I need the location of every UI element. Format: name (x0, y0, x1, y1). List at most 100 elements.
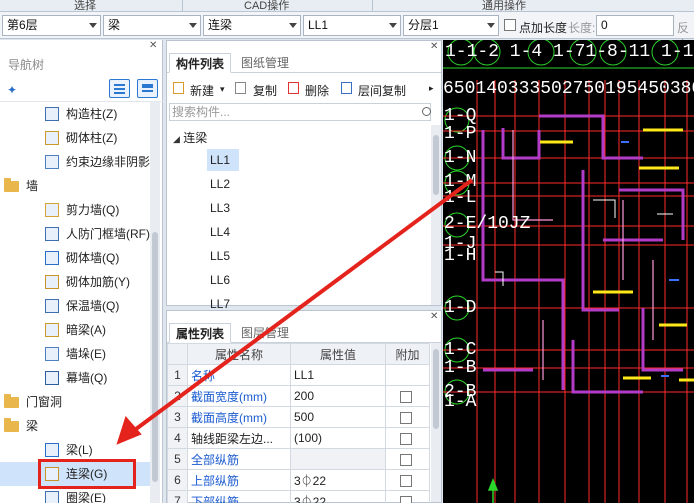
nav-item-4[interactable]: 剪力墙(Q) (0, 198, 155, 222)
table-row[interactable]: 4 轴线距梁左边... (100) (167, 427, 430, 449)
property-scrollbar[interactable] (431, 343, 441, 502)
cad-axis-label: 2-E/10JZ (444, 214, 531, 234)
nav-scrollbar[interactable] (150, 102, 160, 503)
nav-item-label: 砌体墙(Q) (66, 251, 120, 265)
nav-title: 导航树 (8, 58, 45, 72)
close-icon[interactable]: ✕ (149, 40, 157, 51)
cad-axis-label: 1-Q (444, 106, 477, 126)
component-type-icon (45, 491, 59, 503)
component-tree-root[interactable]: ◢ 连梁 (173, 129, 207, 146)
nav-scroll-thumb[interactable] (152, 232, 158, 482)
property-name: 名称 (187, 364, 291, 386)
component-item[interactable]: LL4 (207, 221, 239, 243)
grid-view-icon[interactable] (137, 79, 158, 98)
extra-checkbox[interactable] (400, 453, 412, 466)
component-item[interactable]: LL3 (207, 197, 239, 219)
extra-checkbox[interactable] (400, 432, 412, 445)
layer-select[interactable]: 分层1 (403, 15, 499, 36)
tab-layer-management[interactable]: 图层管理 (235, 323, 295, 343)
tab-property-list[interactable]: 属性列表 (169, 323, 232, 343)
more-icon[interactable]: ▸ (429, 83, 434, 94)
cad-top-axis-labels: 1-1-2 1-4 1-71-8-11 1-13 (445, 42, 694, 62)
nav-item-6[interactable]: 砌体墙(Q) (0, 246, 155, 270)
component-scrollbar[interactable] (431, 125, 441, 305)
nav-item-0[interactable]: 构造柱(Z) (0, 102, 155, 126)
chevron-down-icon[interactable]: ▾ (220, 84, 225, 95)
ribbon-cad-label[interactable]: CAD操作 (244, 0, 289, 11)
tab-component-list[interactable]: 构件列表 (169, 53, 232, 73)
nav-item-label: 墙垛(E) (66, 347, 106, 361)
cad-axis-label: 1-N (444, 148, 477, 168)
member-select[interactable]: LL1 (303, 15, 401, 36)
property-extra-cell (385, 406, 430, 428)
component-scroll-thumb[interactable] (433, 135, 439, 195)
tab-drawing-management[interactable]: 图纸管理 (235, 53, 295, 73)
nav-item-5[interactable]: 人防门框墙(RF) (0, 222, 155, 246)
table-row[interactable]: 5 全部纵筋 (167, 448, 430, 470)
type-select-value: 连梁 (208, 18, 233, 32)
copy-button[interactable]: 复制 (253, 82, 277, 99)
floor-copy-button[interactable]: 层间复制 (358, 82, 406, 99)
search-icon[interactable] (422, 107, 431, 116)
cad-axis-label: 1-C (444, 340, 477, 360)
row-index: 7 (167, 490, 188, 503)
table-header-name: 属性名称 (187, 343, 291, 365)
component-tabs: 构件列表 图纸管理 (167, 51, 441, 73)
component-type-icon (45, 275, 59, 289)
new-button[interactable]: 新建 (190, 82, 214, 99)
length-input[interactable]: 0 (596, 15, 674, 36)
component-item[interactable]: LL2 (207, 173, 239, 195)
table-row[interactable]: 1 名称 LL1 (167, 364, 430, 386)
search-input[interactable]: 搜索构件... (169, 103, 431, 121)
nav-item-9[interactable]: 暗梁(A) (0, 318, 155, 342)
property-value[interactable]: 3⏀22 (290, 469, 386, 491)
property-value[interactable]: 200 (290, 385, 386, 407)
delete-button[interactable]: 删除 (305, 82, 329, 99)
nav-item-10[interactable]: 墙垛(E) (0, 342, 155, 366)
component-item[interactable]: LL5 (207, 245, 239, 267)
cad-drawing-canvas[interactable]: 1-1-2 1-4 1-71-8-11 1-13 650140333502750… (443, 40, 694, 503)
table-row[interactable]: 6 上部纵筋 3⏀22 (167, 469, 430, 491)
nav-item-1[interactable]: 砌体柱(Z) (0, 126, 155, 150)
chevron-down-icon (89, 23, 97, 28)
property-value[interactable]: 3⏀22 (290, 490, 386, 503)
nav-group-13[interactable]: 梁 (0, 414, 155, 438)
component-list-panel: ✕ 构件列表 图纸管理 新建 ▾ 复制 删除 层间复制 ▸ 搜索构件... ◢ … (166, 40, 442, 311)
nav-item-11[interactable]: 幕墙(Q) (0, 366, 155, 390)
component-type-icon (45, 299, 59, 313)
table-row[interactable]: 2 截面宽度(mm) 200 (167, 385, 430, 407)
table-header-extra: 附加 (385, 343, 430, 365)
nav-group-12[interactable]: 门窗洞 (0, 390, 155, 414)
nav-item-8[interactable]: 保温墙(Q) (0, 294, 155, 318)
extra-checkbox[interactable] (400, 411, 412, 424)
length-input-value: 0 (601, 18, 608, 32)
component-item[interactable]: LL1 (207, 149, 239, 171)
table-row[interactable]: 7 下部纵筋 3⏀22 (167, 490, 430, 503)
nav-group-3[interactable]: 墙 (0, 174, 155, 198)
property-value[interactable]: LL1 (290, 364, 386, 386)
extra-checkbox[interactable] (400, 474, 412, 487)
floor-select[interactable]: 第6层 (2, 15, 101, 36)
component-item[interactable]: LL6 (207, 269, 239, 291)
cad-drawing (443, 40, 694, 503)
extra-checkbox[interactable] (400, 390, 412, 403)
pin-icon[interactable]: ✦ (7, 83, 17, 97)
list-view-icon[interactable] (109, 79, 130, 98)
nav-item-2[interactable]: 约束边缘非阴影 (0, 150, 155, 174)
nav-item-7[interactable]: 砌体加筋(Y) (0, 270, 155, 294)
floor-select-value: 第6层 (7, 18, 38, 32)
property-scroll-thumb[interactable] (433, 349, 439, 429)
point-length-checkbox[interactable] (504, 19, 516, 31)
property-value[interactable]: 500 (290, 406, 386, 428)
property-value[interactable]: (100) (290, 427, 386, 449)
nav-group-label: 墙 (26, 179, 39, 193)
ribbon-select-label[interactable]: 选择 (74, 0, 96, 11)
ribbon-general-label[interactable]: 通用操作 (482, 0, 526, 11)
category-select[interactable]: 梁 (103, 15, 201, 36)
property-value[interactable] (290, 448, 386, 470)
type-select[interactable]: 连梁 (203, 15, 301, 36)
folder-icon (4, 178, 19, 192)
table-row[interactable]: 3 截面高度(mm) 500 (167, 406, 430, 428)
expand-icon[interactable]: ◢ (173, 134, 180, 144)
extra-checkbox[interactable] (400, 495, 412, 503)
